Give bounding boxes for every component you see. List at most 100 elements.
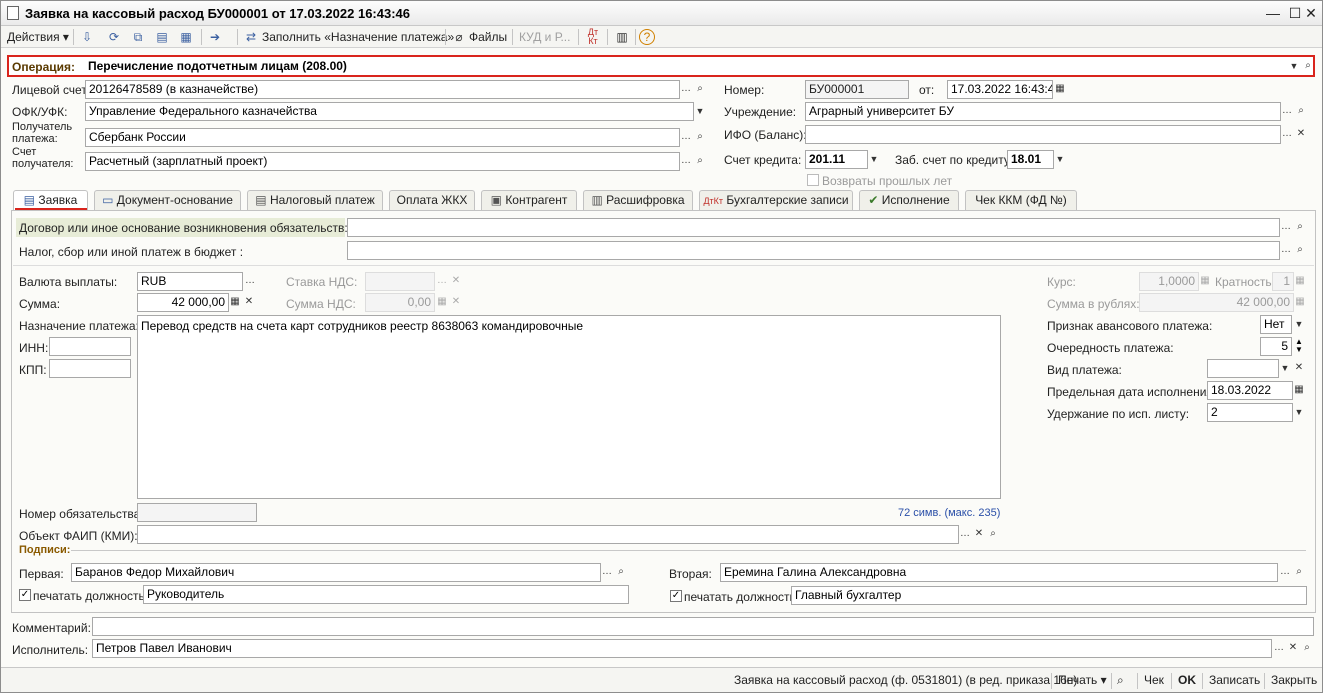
search-icon[interactable]: ⌕ bbox=[693, 153, 707, 170]
clear-icon[interactable]: ✕ bbox=[449, 294, 463, 311]
search-icon[interactable]: ⌕ bbox=[1292, 564, 1306, 581]
select-button[interactable]: … bbox=[1279, 219, 1293, 236]
sum-rub-field[interactable]: 42 000,00 bbox=[1139, 293, 1294, 312]
chevron-down-icon[interactable] bbox=[1292, 404, 1306, 421]
tab-tax-payment[interactable]: ▤ Налоговый платеж bbox=[247, 190, 383, 210]
faip-field[interactable] bbox=[137, 525, 959, 544]
report-icon[interactable]: ▥ bbox=[613, 28, 631, 46]
date-field[interactable]: 17.03.2022 16:43:46 bbox=[947, 80, 1053, 99]
search-icon[interactable]: ⌕ bbox=[614, 564, 628, 581]
institution-field[interactable]: Аграрный университет БУ bbox=[805, 102, 1281, 121]
contract-field[interactable] bbox=[347, 218, 1280, 237]
clear-icon[interactable]: ✕ bbox=[242, 294, 256, 311]
select-button[interactable]: … bbox=[1272, 640, 1286, 657]
select-button[interactable]: … bbox=[1280, 103, 1294, 120]
search-icon[interactable]: ⌕ bbox=[1293, 242, 1307, 259]
clear-icon[interactable]: ✕ bbox=[1292, 360, 1306, 377]
calculator-icon[interactable]: ▦ bbox=[1293, 273, 1307, 290]
select-button[interactable]: … bbox=[679, 129, 693, 146]
tab-breakdown[interactable]: ▥ Расшифровка bbox=[583, 190, 693, 210]
vat-sum-field[interactable]: 0,00 bbox=[365, 293, 435, 312]
fill-doc-icon[interactable]: ▤ bbox=[153, 28, 171, 46]
chevron-down-icon[interactable] bbox=[1287, 58, 1301, 75]
comment-field[interactable] bbox=[92, 617, 1314, 636]
multiplicity-field[interactable]: 1 bbox=[1272, 272, 1294, 291]
sum-field[interactable]: 42 000,00 bbox=[137, 293, 229, 312]
payment-type-select[interactable] bbox=[1207, 359, 1279, 378]
inn-field[interactable] bbox=[49, 337, 131, 356]
calculator-icon[interactable]: ▦ bbox=[435, 294, 449, 311]
first-sign-field[interactable]: Баранов Федор Михайлович bbox=[71, 563, 601, 582]
fill-icon[interactable]: ⇄ bbox=[242, 28, 260, 46]
stepper-icon[interactable]: ▲ ▼ bbox=[1292, 338, 1306, 355]
chevron-down-icon[interactable] bbox=[867, 151, 881, 168]
select-button[interactable]: … bbox=[679, 81, 693, 98]
search-icon[interactable]: ⌕ bbox=[1293, 219, 1307, 236]
post-icon[interactable]: ⇩ bbox=[78, 28, 96, 46]
credit-account-field[interactable]: 201.11 bbox=[805, 150, 868, 169]
withhold-select[interactable]: 2 bbox=[1207, 403, 1293, 422]
select-button[interactable]: … bbox=[435, 273, 449, 290]
select-button[interactable]: … bbox=[1278, 564, 1292, 581]
edit-doc-icon[interactable]: ▦ bbox=[177, 28, 195, 46]
rate-field[interactable]: 1,0000 bbox=[1139, 272, 1199, 291]
calculator-icon[interactable]: ▦ bbox=[1293, 294, 1307, 311]
kpp-field[interactable] bbox=[49, 359, 131, 378]
minimize-icon[interactable]: — bbox=[1263, 4, 1283, 22]
priority-field[interactable]: 5 bbox=[1260, 337, 1292, 356]
fill-purpose-button[interactable]: Заполнить «Назначение платежа» bbox=[262, 28, 454, 46]
actions-menu[interactable]: Действия ▾ bbox=[7, 28, 69, 46]
save-button[interactable]: Записать bbox=[1209, 673, 1260, 687]
chevron-down-icon[interactable] bbox=[1053, 151, 1067, 168]
ok-button[interactable]: OK bbox=[1178, 673, 1196, 687]
clear-icon[interactable]: ✕ bbox=[1286, 640, 1300, 657]
executor-field[interactable]: Петров Павел Иванович bbox=[92, 639, 1272, 658]
close-button[interactable]: Закрыть bbox=[1271, 673, 1317, 687]
preview-icon[interactable]: ⌕ bbox=[1117, 673, 1124, 688]
search-icon[interactable]: ⌕ bbox=[1301, 58, 1315, 75]
paperclip-icon[interactable]: ⌀ bbox=[450, 28, 468, 46]
files-button[interactable]: Файлы bbox=[469, 28, 507, 46]
account-field[interactable]: 20126478589 (в казначействе) bbox=[85, 80, 680, 99]
vat-rate-field[interactable] bbox=[365, 272, 435, 291]
tab-execution[interactable]: ✔ Исполнение bbox=[859, 190, 959, 210]
clear-icon[interactable]: ✕ bbox=[449, 273, 463, 290]
goto-icon[interactable]: ➔ bbox=[206, 28, 224, 46]
search-icon[interactable]: ⌕ bbox=[1300, 640, 1314, 657]
ofk-field[interactable]: Управление Федерального казначейства bbox=[85, 102, 694, 121]
select-button[interactable]: … bbox=[1280, 126, 1294, 143]
number-field[interactable]: БУ000001 bbox=[805, 80, 909, 99]
payee-account-field[interactable]: Расчетный (зарплатный проект) bbox=[85, 152, 680, 171]
calendar-icon[interactable]: ▦ bbox=[1292, 382, 1306, 399]
chevron-down-icon[interactable] bbox=[693, 103, 707, 120]
currency-field[interactable]: RUB bbox=[137, 272, 243, 291]
tab-counterparty[interactable]: ▣ Контрагент bbox=[481, 190, 577, 210]
zab-account-field[interactable]: 18.01 bbox=[1007, 150, 1054, 169]
print-button[interactable]: Печать ▾ bbox=[1058, 673, 1107, 687]
help-icon[interactable]: ? bbox=[639, 29, 655, 45]
select-button[interactable]: … bbox=[1279, 242, 1293, 259]
kud-button[interactable]: КУД и Р... bbox=[519, 28, 570, 46]
select-button[interactable]: … bbox=[600, 564, 614, 581]
refresh-icon[interactable]: ⟳ bbox=[105, 28, 123, 46]
check-button[interactable]: Чек bbox=[1144, 673, 1164, 687]
print-position-checkbox-first[interactable]: ✓ bbox=[19, 589, 31, 601]
search-icon[interactable]: ⌕ bbox=[693, 129, 707, 146]
tab-kkm-check[interactable]: Чек ККМ (ФД №) bbox=[965, 190, 1077, 210]
tab-base-document[interactable]: ▭ Документ-основание bbox=[94, 190, 241, 210]
deadline-field[interactable]: 18.03.2022 bbox=[1207, 381, 1293, 400]
form-name-link[interactable]: Заявка на кассовый расход (ф. 0531801) (… bbox=[734, 673, 1077, 687]
calendar-icon[interactable]: ▦ bbox=[1053, 81, 1067, 98]
copy-icon[interactable]: ⧉ bbox=[129, 28, 147, 46]
search-icon[interactable]: ⌕ bbox=[693, 81, 707, 98]
obligation-field[interactable] bbox=[137, 503, 257, 522]
ifo-field[interactable] bbox=[805, 125, 1281, 144]
tax-field[interactable] bbox=[347, 241, 1280, 260]
chevron-down-icon[interactable] bbox=[1292, 316, 1306, 333]
returns-checkbox[interactable] bbox=[807, 174, 819, 186]
operation-select[interactable]: Перечисление подотчетным лицам (208.00) bbox=[88, 59, 1288, 75]
clear-icon[interactable]: ✕ bbox=[1294, 126, 1308, 143]
tab-accounting[interactable]: ДтКт Бухгалтерские записи bbox=[699, 190, 853, 210]
first-position-field[interactable]: Руководитель bbox=[143, 585, 629, 604]
calculator-icon[interactable]: ▦ bbox=[228, 294, 242, 311]
